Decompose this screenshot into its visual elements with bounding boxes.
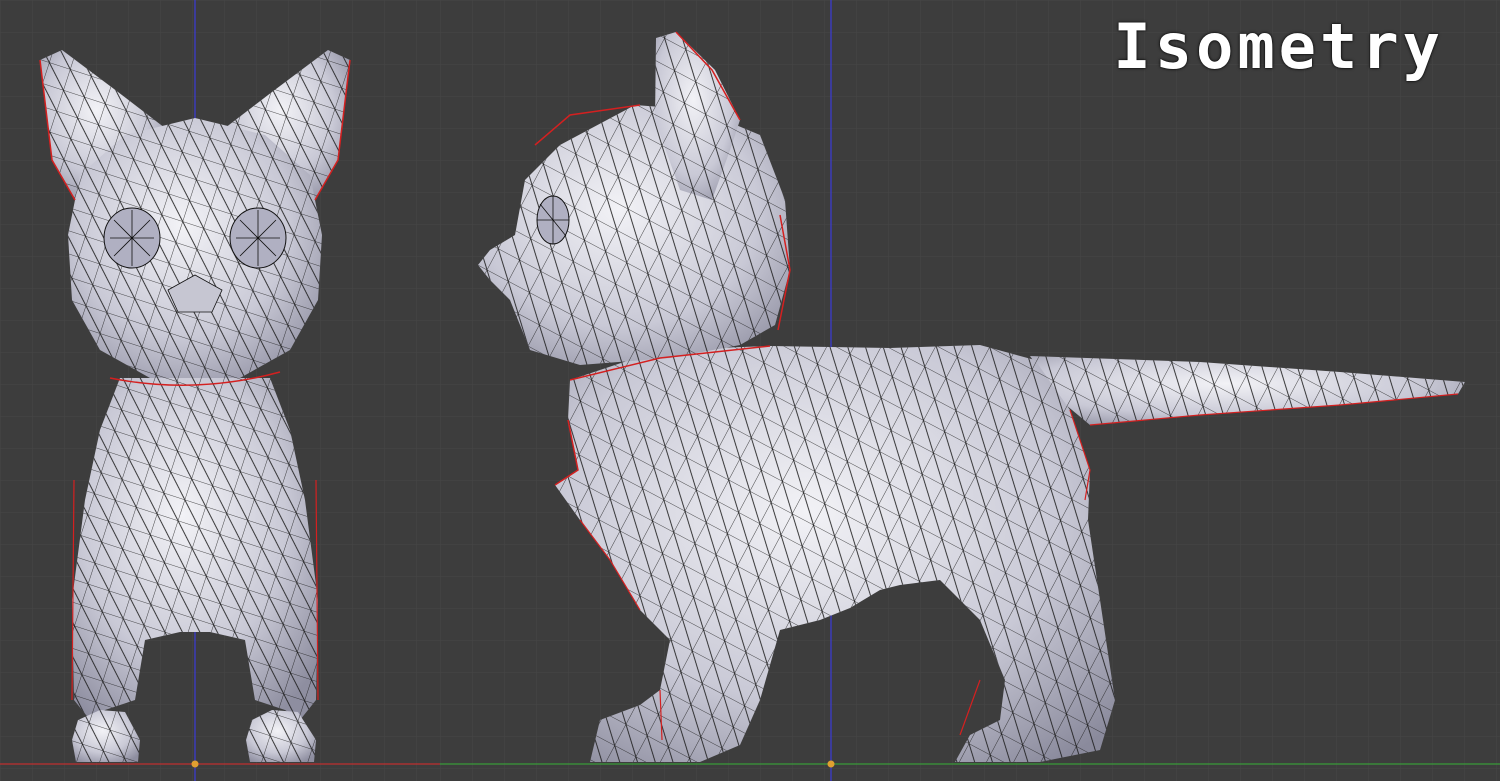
origin-marker — [827, 760, 835, 768]
page-title: Isometry — [1113, 10, 1444, 83]
side-viewport[interactable] — [440, 0, 1500, 781]
front-view-canvas[interactable] — [0, 0, 440, 781]
side-view-canvas[interactable] — [440, 0, 1500, 781]
front-viewport[interactable] — [0, 0, 440, 781]
origin-marker — [191, 760, 199, 768]
